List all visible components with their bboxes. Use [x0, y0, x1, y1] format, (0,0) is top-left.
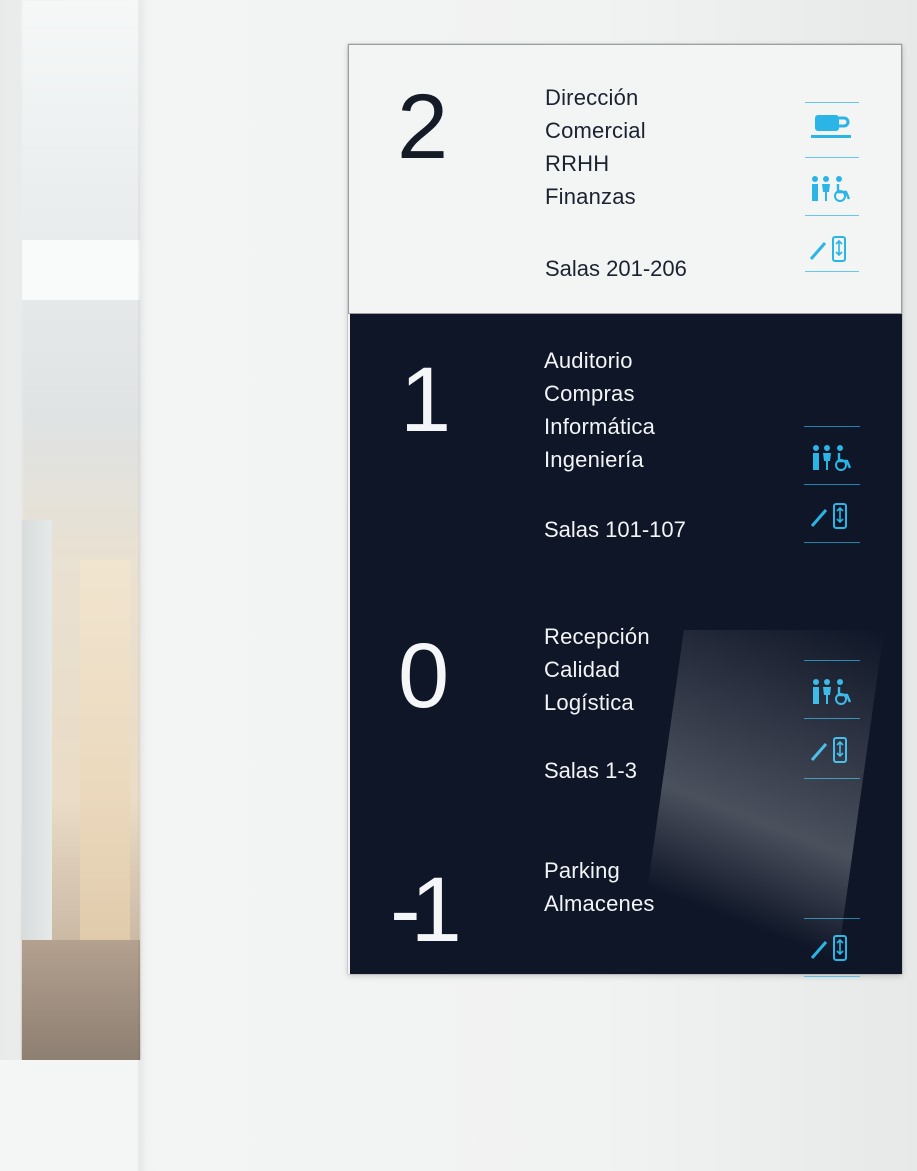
icon-divider — [805, 157, 859, 158]
department-item: Informática — [544, 414, 656, 439]
department-item: Recepción — [544, 624, 650, 649]
department-item: Parking — [544, 858, 620, 883]
department-item: Calidad — [544, 657, 621, 682]
corridor-door — [80, 560, 130, 940]
stairs-elevator-icon — [808, 934, 858, 961]
department-item: Almacenes — [544, 891, 655, 916]
department-list: Auditorio Compras Informática Ingeniería — [544, 344, 655, 476]
icon-divider — [804, 778, 860, 779]
stairs-elevator-icon — [808, 736, 858, 763]
icon-divider — [804, 660, 860, 661]
department-item: Compras — [544, 381, 635, 406]
restroom-accessible-icon — [808, 678, 858, 705]
icon-divider — [805, 215, 859, 216]
department-item: Ingeniería — [544, 447, 644, 472]
icon-divider — [804, 718, 860, 719]
corridor-floor — [22, 940, 140, 1060]
department-item: Logística — [544, 690, 634, 715]
stairs-elevator-icon — [808, 502, 858, 529]
department-item: Finanzas — [545, 184, 636, 209]
photo-scene: 2 Dirección Comercial RRHH Finanzas Sala… — [0, 0, 917, 1171]
ceiling-light — [22, 240, 140, 300]
wall-lower — [0, 1060, 140, 1171]
floor-directory-sign: 2 Dirección Comercial RRHH Finanzas Sala… — [348, 44, 902, 977]
department-item: Dirección — [545, 85, 639, 110]
floor-number: 2 — [397, 76, 449, 178]
icon-divider — [804, 426, 860, 427]
icon-divider — [805, 102, 859, 103]
room-range: Salas 1-3 — [544, 758, 637, 783]
wall-edge-shadow — [138, 0, 148, 1171]
department-item: Auditorio — [544, 348, 633, 373]
restroom-accessible-icon — [807, 175, 857, 202]
stairs-elevator-icon — [807, 235, 857, 262]
corridor-side-wall — [22, 520, 52, 1010]
coffee-icon — [807, 113, 857, 139]
department-item: RRHH — [545, 151, 610, 176]
floor-number: 0 — [398, 625, 450, 727]
room-range: Salas 201-206 — [545, 256, 687, 281]
department-item: Comercial — [545, 118, 646, 143]
room-range: Salas 101-107 — [544, 517, 686, 542]
icon-divider — [804, 542, 860, 543]
floor-number: 1 — [400, 349, 452, 451]
department-list: Dirección Comercial RRHH Finanzas — [545, 81, 646, 213]
icon-divider — [804, 976, 860, 977]
dark-panel: 1 Auditorio Compras Informática Ingenier… — [350, 314, 902, 977]
icon-divider — [804, 918, 860, 919]
icon-divider — [804, 484, 860, 485]
icon-divider — [805, 271, 859, 272]
department-list: Parking Almacenes — [544, 854, 655, 920]
floor-2-panel: 2 Dirección Comercial RRHH Finanzas Sala… — [348, 44, 902, 314]
department-list: Recepción Calidad Logística — [544, 620, 650, 719]
restroom-accessible-icon — [808, 444, 858, 471]
floor-number: -1 — [390, 859, 462, 961]
